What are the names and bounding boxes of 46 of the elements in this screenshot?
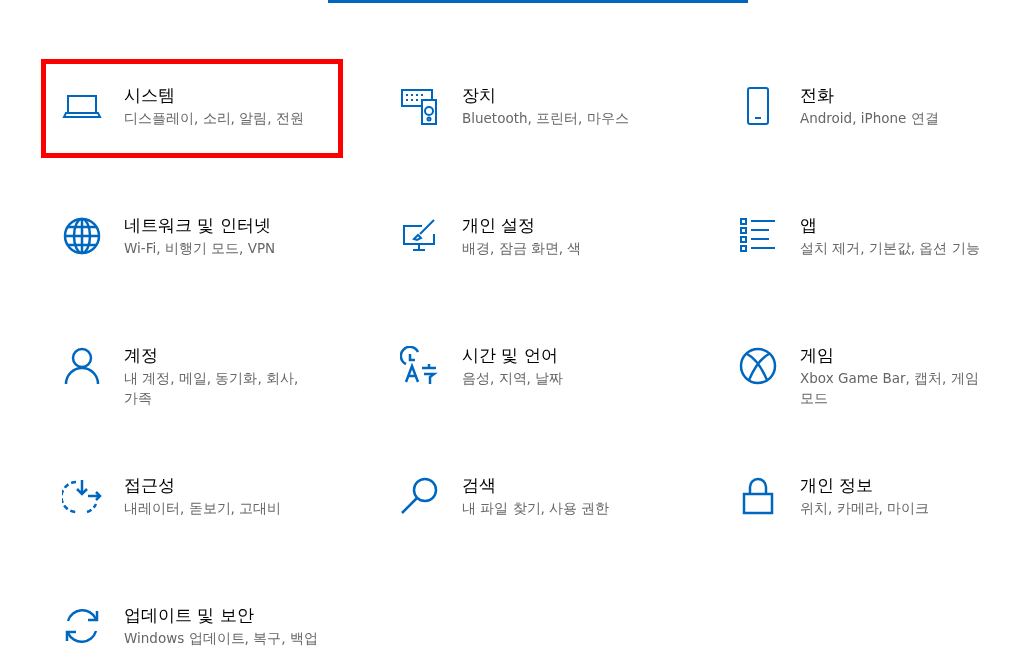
category-title: 접근성 bbox=[124, 474, 176, 497]
xbox-icon bbox=[738, 346, 778, 386]
category-description: 내레이터, 돋보기, 고대비 bbox=[124, 499, 283, 518]
settings-category[interactable]: 업데이트 및 보안 Windows 업데이트, 복구, 백업 bbox=[41, 579, 343, 661]
settings-category[interactable]: 검색 내 파일 찾기, 사용 권한 bbox=[379, 449, 681, 548]
clock-letter-icon bbox=[400, 346, 440, 386]
settings-category[interactable]: 전화 Android, iPhone 연결 bbox=[717, 59, 1019, 158]
category-description: Android, iPhone 연결 bbox=[800, 109, 940, 128]
person-icon bbox=[62, 346, 102, 386]
category-description: 설치 제거, 기본값, 옵션 기능 bbox=[800, 239, 981, 258]
settings-category[interactable]: 시간 및 언어 음성, 지역, 날짜 bbox=[379, 319, 681, 418]
category-description: 디스플레이, 소리, 알림, 전원 bbox=[124, 109, 305, 128]
keyboard-speaker-icon bbox=[400, 86, 440, 126]
settings-category[interactable]: 앱 설치 제거, 기본값, 옵션 기능 bbox=[717, 189, 1019, 288]
category-title: 게임 bbox=[800, 344, 835, 367]
category-description: 위치, 카메라, 마이크 bbox=[800, 499, 931, 518]
settings-category[interactable]: 네트워크 및 인터넷 Wi-Fi, 비행기 모드, VPN bbox=[41, 189, 343, 288]
category-description: 배경, 잠금 화면, 색 bbox=[462, 239, 583, 258]
category-title: 네트워크 및 인터넷 bbox=[124, 214, 272, 237]
settings-category[interactable]: 장치 Bluetooth, 프린터, 마우스 bbox=[379, 59, 681, 158]
category-description: 음성, 지역, 날짜 bbox=[462, 369, 565, 388]
globe-icon bbox=[62, 216, 102, 256]
category-title: 검색 bbox=[462, 474, 497, 497]
settings-category[interactable]: 개인 설정 배경, 잠금 화면, 색 bbox=[379, 189, 681, 288]
category-title: 전화 bbox=[800, 84, 835, 107]
category-title: 계정 bbox=[124, 344, 159, 367]
category-description: Wi-Fi, 비행기 모드, VPN bbox=[124, 239, 277, 258]
category-description: Windows 업데이트, 복구, 백업 bbox=[124, 629, 319, 648]
settings-category[interactable]: 시스템 디스플레이, 소리, 알림, 전원 bbox=[41, 59, 343, 158]
settings-category[interactable]: 접근성 내레이터, 돋보기, 고대비 bbox=[41, 449, 343, 548]
settings-category[interactable]: 게임 Xbox Game Bar, 캡처, 게임 모드 bbox=[717, 319, 1019, 433]
category-title: 앱 bbox=[800, 214, 818, 237]
settings-category[interactable]: 계정 내 계정, 메일, 동기화, 회사, 가족 bbox=[41, 319, 343, 433]
category-title: 개인 정보 bbox=[800, 474, 875, 497]
search-field[interactable] bbox=[328, 0, 748, 3]
search-icon bbox=[400, 476, 440, 516]
category-description: Bluetooth, 프린터, 마우스 bbox=[462, 109, 630, 128]
category-title: 시스템 bbox=[124, 84, 176, 107]
category-description: 내 파일 찾기, 사용 권한 bbox=[462, 499, 611, 518]
category-title: 개인 설정 bbox=[462, 214, 537, 237]
category-title: 시간 및 언어 bbox=[462, 344, 559, 367]
category-title: 업데이트 및 보안 bbox=[124, 604, 255, 627]
category-title: 장치 bbox=[462, 84, 497, 107]
category-description: 내 계정, 메일, 동기화, 회사, 가족 bbox=[124, 369, 300, 408]
settings-category[interactable]: 개인 정보 위치, 카메라, 마이크 bbox=[717, 449, 1019, 548]
category-description: Xbox Game Bar, 캡처, 게임 모드 bbox=[800, 369, 980, 408]
